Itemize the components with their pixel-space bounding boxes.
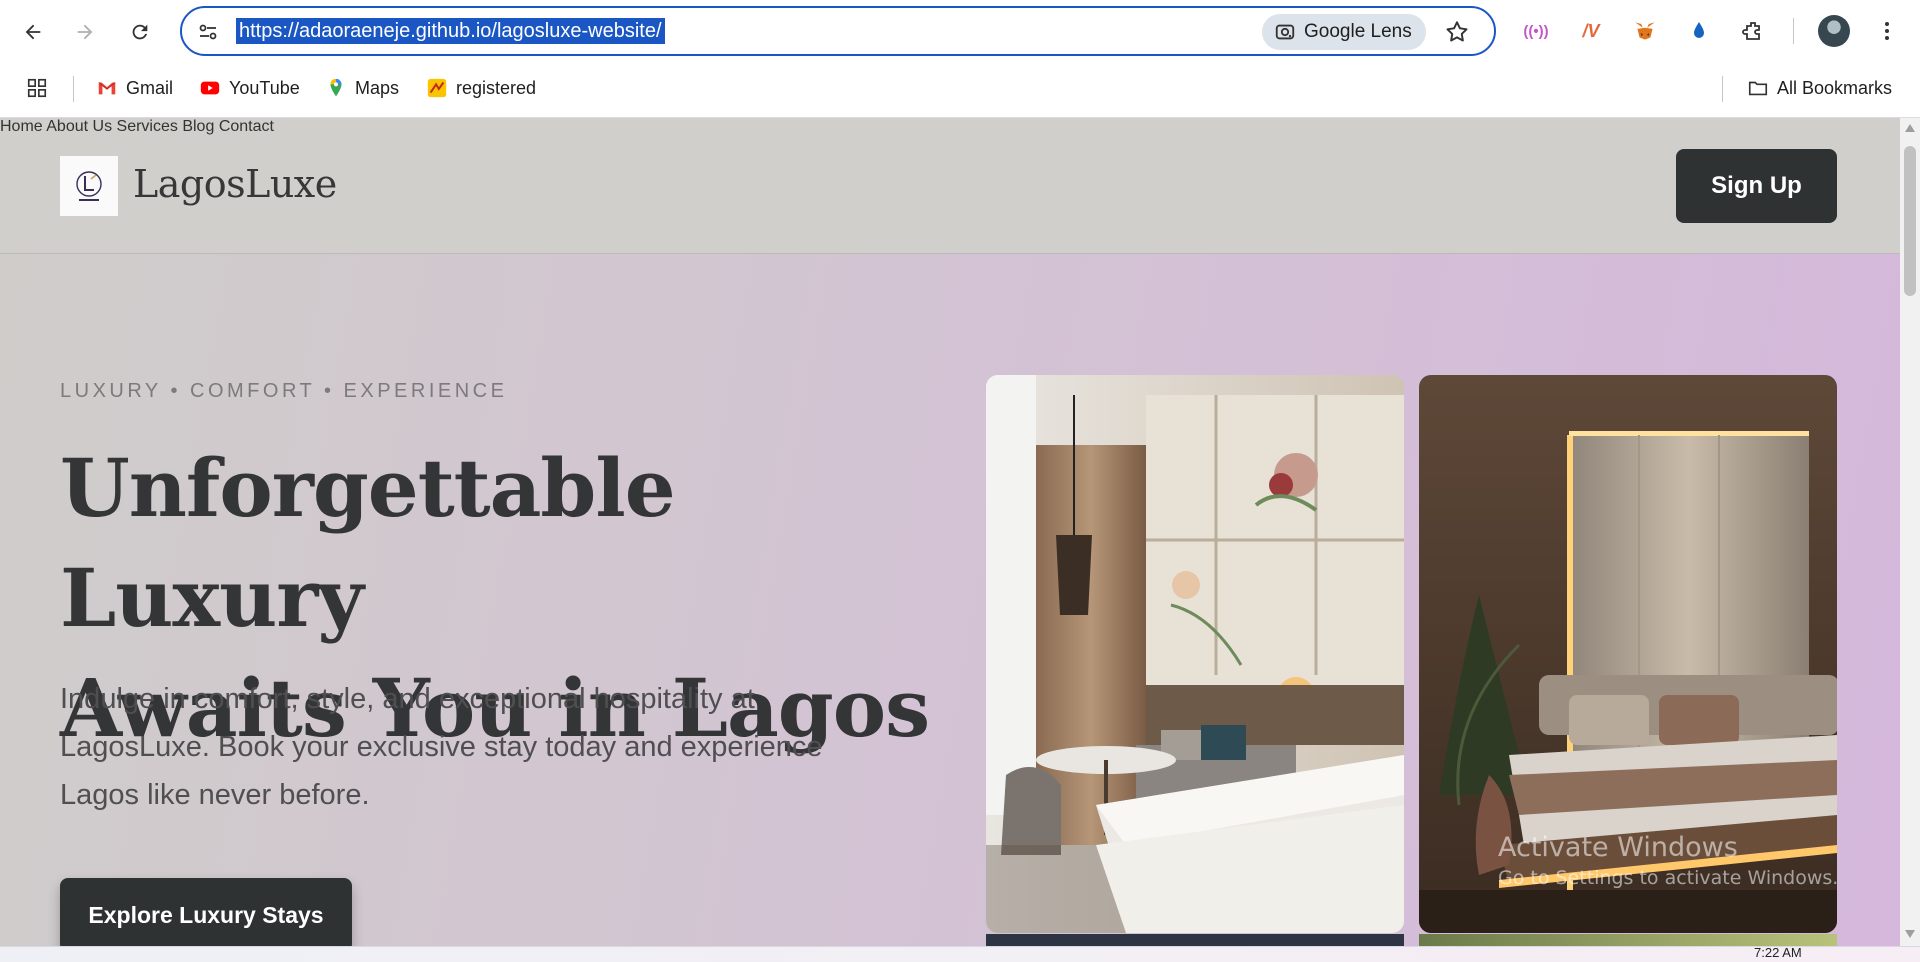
taskbar-clock: 7:22 AM bbox=[1754, 945, 1802, 960]
logo-emblem-icon bbox=[76, 171, 102, 201]
bookmark-maps[interactable]: Maps bbox=[325, 74, 399, 102]
bookmark-label: Maps bbox=[355, 77, 400, 98]
watermark-title: Activate Windows bbox=[1498, 832, 1738, 863]
nav-home[interactable]: Home bbox=[0, 118, 43, 135]
maps-icon bbox=[330, 78, 342, 97]
all-bookmarks-label: All Bookmarks bbox=[1777, 77, 1893, 98]
hotel-room-photo-3 bbox=[986, 934, 1404, 946]
lens-icon bbox=[1275, 24, 1295, 40]
scroll-thumb[interactable] bbox=[1904, 146, 1916, 296]
nav-blog[interactable]: Blog bbox=[182, 118, 214, 135]
bookmark-label: Gmail bbox=[126, 77, 174, 98]
main-nav: Home About Us Services Blog Contact bbox=[0, 118, 1900, 136]
registered-icon bbox=[427, 78, 447, 98]
all-bookmarks[interactable]: All Bookmarks bbox=[1747, 74, 1892, 102]
bookmark-label: registered bbox=[456, 77, 537, 98]
bookmarks-divider bbox=[1722, 76, 1723, 102]
back-arrow-icon bbox=[25, 24, 41, 40]
folder-icon bbox=[1748, 81, 1768, 96]
back-button[interactable] bbox=[14, 13, 52, 51]
extensions-icon[interactable] bbox=[1738, 16, 1768, 46]
bookmark-star-icon[interactable] bbox=[1444, 19, 1470, 45]
bookmarks-divider bbox=[73, 76, 74, 102]
metamask-fox-icon[interactable] bbox=[1630, 16, 1660, 46]
hero-description: Indulge in comfort, style, and exception… bbox=[60, 683, 823, 811]
bookmark-gmail[interactable]: Gmail bbox=[96, 74, 173, 102]
windows-taskbar: 7:22 AM bbox=[0, 945, 1920, 962]
explore-luxury-stays-button[interactable]: Explore Luxury Stays bbox=[60, 878, 352, 946]
bookmarks-bar: Gmail YouTube Maps registered All Bookma… bbox=[0, 68, 1920, 108]
profile-avatar[interactable] bbox=[1818, 15, 1850, 47]
reload-button[interactable] bbox=[121, 13, 159, 51]
address-bar[interactable]: https://adaoraeneje.github.io/lagosluxe-… bbox=[180, 6, 1496, 56]
raindrop-icon[interactable] bbox=[1684, 16, 1714, 46]
bookmark-youtube[interactable]: YouTube bbox=[199, 74, 300, 102]
apps-grid-icon[interactable] bbox=[26, 74, 48, 102]
scroll-down-arrow-icon[interactable] bbox=[1905, 930, 1915, 938]
toolbar-divider bbox=[1793, 18, 1794, 44]
watermark-subtitle: Go to Settings to activate Windows. bbox=[1498, 867, 1839, 889]
hotel-room-photo-1 bbox=[986, 375, 1404, 933]
nav-about-us[interactable]: About Us bbox=[46, 118, 112, 135]
bookmark-label: YouTube bbox=[229, 77, 300, 98]
bookmark-registered[interactable]: registered bbox=[426, 74, 536, 102]
sign-up-button[interactable]: Sign Up bbox=[1676, 149, 1837, 223]
youtube-icon bbox=[200, 81, 220, 95]
hero-title-line1: Unforgettable Luxury bbox=[60, 441, 676, 645]
browser-toolbar: https://adaoraeneje.github.io/lagosluxe-… bbox=[0, 0, 1920, 118]
site-header: LagosLuxe Home About Us Services Blog Co… bbox=[0, 118, 1900, 254]
more-menu-icon[interactable] bbox=[1872, 16, 1902, 46]
page-scrollbar[interactable] bbox=[1900, 118, 1920, 946]
page-viewport: LagosLuxe Home About Us Services Blog Co… bbox=[0, 118, 1900, 946]
nav-contact[interactable]: Contact bbox=[219, 118, 274, 135]
activate-windows-watermark: Activate Windows Go to Settings to activ… bbox=[1498, 832, 1838, 889]
gmail-icon bbox=[98, 82, 116, 95]
brand-logo[interactable] bbox=[60, 156, 118, 216]
scroll-up-arrow-icon[interactable] bbox=[1905, 124, 1915, 132]
forward-button[interactable] bbox=[66, 13, 104, 51]
extension-n-icon[interactable]: /V bbox=[1576, 16, 1606, 46]
reload-icon bbox=[132, 24, 148, 40]
url-text[interactable]: https://adaoraeneje.github.io/lagosluxe-… bbox=[236, 18, 665, 44]
hero-tagline: LUXURY • COMFORT • EXPERIENCE bbox=[60, 380, 508, 402]
forward-arrow-icon bbox=[77, 24, 93, 40]
lens-label: Google Lens bbox=[1304, 21, 1412, 42]
extension-broadcast-icon[interactable]: ((•)) bbox=[1521, 16, 1551, 46]
nav-services[interactable]: Services bbox=[117, 118, 178, 135]
brand-name[interactable]: LagosLuxe bbox=[133, 162, 337, 206]
site-settings-icon[interactable] bbox=[196, 20, 220, 44]
google-lens-button[interactable]: Google Lens bbox=[1262, 14, 1426, 50]
